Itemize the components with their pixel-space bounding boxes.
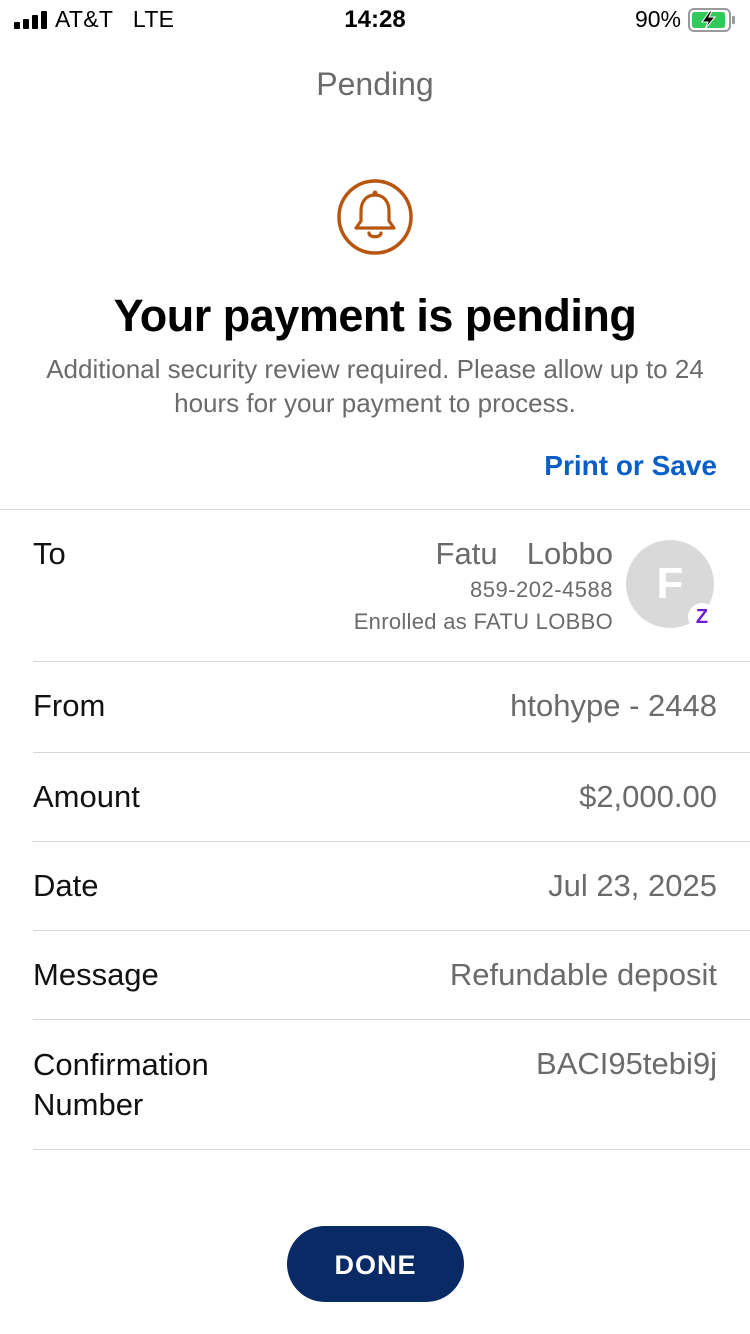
recipient-phone: 859-202-4588 <box>469 577 613 602</box>
battery-percent: 90% <box>634 6 681 32</box>
date-value: Jul 23, 2025 <box>548 868 717 903</box>
from-label: From <box>33 688 106 723</box>
status-bar: AT&T LTE 14:28 90% <box>0 0 750 42</box>
message-value: Refundable deposit <box>449 957 717 992</box>
row-divider <box>33 841 750 842</box>
row-divider <box>33 1149 750 1150</box>
divider <box>0 509 750 510</box>
amount-value: $2,000.00 <box>579 779 717 814</box>
row-divider <box>33 661 750 662</box>
row-divider <box>33 930 750 931</box>
status-headline: Your payment is pending <box>113 290 637 341</box>
confirmation-value: BACI95tebi9j <box>536 1046 717 1081</box>
recipient-enrolled-name: Enrolled as FATU LOBBO <box>353 609 613 634</box>
print-or-save-link[interactable]: Print or Save <box>544 450 717 482</box>
battery-icon <box>688 8 735 32</box>
confirmation-label: Confirmation Number <box>33 1047 209 1122</box>
to-label: To <box>33 536 66 571</box>
status-description: Additional security review required. Ple… <box>46 354 704 418</box>
date-label: Date <box>33 868 99 903</box>
zelle-icon: Z <box>688 603 716 631</box>
recipient-name: Fatu Lobbo <box>435 536 613 571</box>
amount-label: Amount <box>33 779 140 814</box>
message-label: Message <box>33 957 159 992</box>
done-button[interactable]: DONE <box>287 1226 464 1302</box>
from-value: htohype - 2448 <box>510 688 717 723</box>
row-divider <box>33 1019 750 1020</box>
page-title: Pending <box>316 66 434 102</box>
row-divider <box>33 752 750 753</box>
bell-icon <box>336 178 414 256</box>
zelle-badge-glyph: Z <box>695 606 709 628</box>
